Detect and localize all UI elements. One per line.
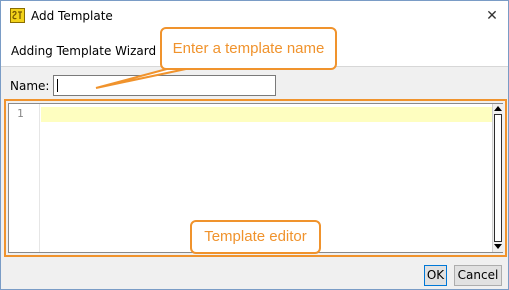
name-callout: Enter a template name [160, 27, 337, 70]
editor-callout: Template editor [190, 220, 321, 254]
